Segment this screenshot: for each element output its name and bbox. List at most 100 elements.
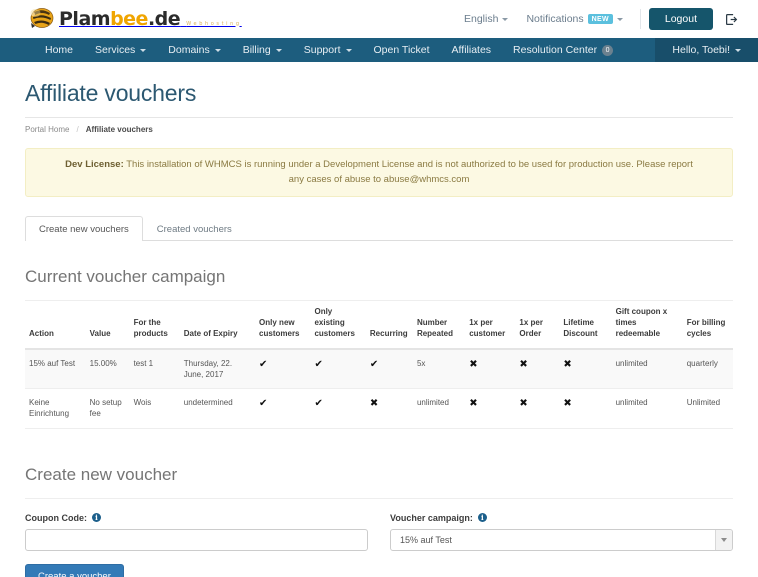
- page-title: Affiliate vouchers: [25, 80, 197, 106]
- cell-expiry: undetermined: [179, 388, 256, 429]
- cell-action: Keine Einrichtung: [25, 388, 86, 429]
- cell-number-repeated: 5x: [412, 348, 466, 390]
- check-icon: ✔: [314, 358, 323, 370]
- language-selector[interactable]: English: [455, 13, 517, 25]
- cell-billing-cycles: quarterly: [682, 348, 733, 390]
- col-1x-per-customer: 1x per customer: [465, 301, 516, 350]
- logout-arrow-icon[interactable]: [725, 13, 738, 26]
- col-for-billing-cycles: For billing cycles: [682, 301, 733, 350]
- breadcrumb-home-link[interactable]: Portal Home: [25, 125, 69, 134]
- notifications-label: Notifications: [526, 13, 584, 25]
- nav-label: Support: [303, 44, 341, 56]
- top-bar-right: English Notifications NEW Logout: [455, 7, 740, 31]
- nav-item-domains[interactable]: Domains: [157, 38, 231, 62]
- site-logo[interactable]: Plambee.de Webhosting: [28, 6, 242, 33]
- cell-gift-redeemable: unlimited: [611, 348, 683, 390]
- cross-icon: ✖: [563, 358, 572, 370]
- resolution-count-badge: 0: [602, 44, 614, 56]
- chevron-down-icon: [502, 17, 509, 21]
- tab-create-new-vouchers[interactable]: Create new vouchers: [25, 216, 143, 242]
- nav-item-affiliates[interactable]: Affiliates: [441, 38, 503, 62]
- breadcrumb-current: Affiliate vouchers: [85, 125, 153, 134]
- cell-only-existing: ✔: [310, 388, 366, 429]
- chevron-down-icon[interactable]: [715, 529, 732, 550]
- cell-value: 15.00%: [85, 348, 130, 390]
- voucher-tabs: Create new vouchers Created vouchers: [25, 216, 733, 242]
- nav-item-resolution-center[interactable]: Resolution Center 0: [502, 38, 624, 62]
- nav-item-billing[interactable]: Billing: [232, 38, 293, 62]
- main-navigation: Home Services Domains Billing Support Op…: [0, 38, 758, 62]
- nav-label: Services: [95, 44, 136, 56]
- coupon-code-label: Coupon Code:: [25, 512, 87, 523]
- table-head: Action Value For the products Date of Ex…: [25, 301, 733, 350]
- table-header-row: Action Value For the products Date of Ex…: [25, 301, 733, 350]
- cross-icon: ✖: [469, 358, 478, 370]
- tab-created-vouchers[interactable]: Created vouchers: [143, 216, 246, 241]
- cell-action: 15% auf Test: [25, 348, 86, 390]
- col-lifetime-discount: Lifetime Discount: [559, 301, 612, 350]
- dev-license-text: This installation of WHMCS is running un…: [123, 159, 693, 185]
- col-for-the-products: For the products: [129, 301, 180, 350]
- voucher-campaign-select[interactable]: 15% auf Test: [390, 528, 733, 551]
- voucher-campaign-field-group: Voucher campaign: i 15% auf Test: [390, 513, 733, 577]
- cell-billing-cycles: Unlimited: [682, 388, 733, 429]
- nav-label: Affiliates: [451, 44, 492, 56]
- cell-number-repeated: unlimited: [412, 388, 466, 429]
- cell-products: test 1: [129, 348, 180, 390]
- chevron-down-icon: [345, 48, 352, 52]
- nav-user-area: Hello, Toebi!: [655, 38, 758, 62]
- col-action: Action: [25, 301, 86, 350]
- page-content: Affiliate vouchers Portal Home / Affilia…: [0, 80, 758, 577]
- nav-label: Domains: [168, 44, 210, 56]
- cell-1x-per-order: ✖: [515, 388, 560, 429]
- coupon-code-field-group: Coupon Code: i Create a voucher: [25, 513, 368, 577]
- dev-license-alert: Dev License: This installation of WHMCS …: [25, 148, 733, 198]
- chevron-down-icon: [140, 48, 147, 52]
- breadcrumb-separator: /: [76, 125, 79, 134]
- chevron-down-icon: [275, 48, 282, 52]
- chevron-down-icon: [616, 17, 623, 21]
- info-icon[interactable]: i: [477, 513, 487, 523]
- check-icon: ✔: [259, 358, 268, 370]
- cell-only-new: ✔: [255, 388, 311, 429]
- col-number-repeated: Number Repeated: [412, 301, 466, 350]
- voucher-campaign-label-row: Voucher campaign: i: [390, 513, 733, 523]
- voucher-campaign-label: Voucher campaign:: [390, 512, 473, 523]
- nav-label: Billing: [242, 44, 271, 56]
- col-recurring: Recurring: [365, 301, 413, 350]
- logo-text-part1: Plam: [59, 7, 111, 30]
- voucher-campaign-selected-value: 15% auf Test: [400, 534, 452, 545]
- coupon-code-input[interactable]: [25, 528, 368, 551]
- user-menu[interactable]: Hello, Toebi!: [661, 38, 752, 62]
- logo-wordmark: Plambee.de Webhosting: [59, 7, 242, 30]
- cross-icon: ✖: [519, 358, 528, 370]
- col-date-of-expiry: Date of Expiry: [179, 301, 256, 350]
- create-voucher-heading: Create new voucher: [25, 464, 178, 484]
- nav-item-open-ticket[interactable]: Open Ticket: [363, 38, 441, 62]
- breadcrumb: Portal Home / Affiliate vouchers: [25, 118, 733, 134]
- top-bar: Plambee.de Webhosting English Notificati…: [0, 0, 758, 38]
- nav-item-support[interactable]: Support: [293, 38, 363, 62]
- campaign-section-heading: Current voucher campaign: [25, 267, 226, 287]
- cell-1x-per-customer: ✖: [465, 388, 516, 429]
- create-voucher-form: Coupon Code: i Create a voucher Voucher …: [25, 513, 733, 577]
- nav-label: Home: [45, 44, 74, 56]
- create-voucher-button[interactable]: Create a voucher: [25, 563, 124, 577]
- cell-only-new: ✔: [255, 348, 311, 390]
- voucher-campaign-select-wrap: 15% auf Test: [390, 528, 733, 551]
- user-greeting-label: Hello, Toebi!: [672, 44, 730, 56]
- col-1x-per-order: 1x per Order: [515, 301, 560, 350]
- nav-item-home[interactable]: Home: [34, 38, 84, 62]
- cell-only-existing: ✔: [310, 348, 366, 390]
- notifications-menu[interactable]: Notifications NEW: [517, 13, 631, 25]
- dev-license-label: Dev License:: [65, 159, 124, 170]
- logout-button[interactable]: Logout: [648, 7, 713, 31]
- cell-1x-per-customer: ✖: [465, 348, 516, 390]
- chevron-down-icon: [214, 48, 221, 52]
- table-row: 15% auf Test 15.00% test 1 Thursday, 22.…: [25, 348, 733, 390]
- info-icon[interactable]: i: [92, 513, 101, 523]
- divider: [639, 9, 641, 29]
- chevron-down-icon: [735, 48, 741, 52]
- nav-item-services[interactable]: Services: [84, 38, 157, 62]
- col-only-existing-customers: Only existing customers: [310, 301, 366, 350]
